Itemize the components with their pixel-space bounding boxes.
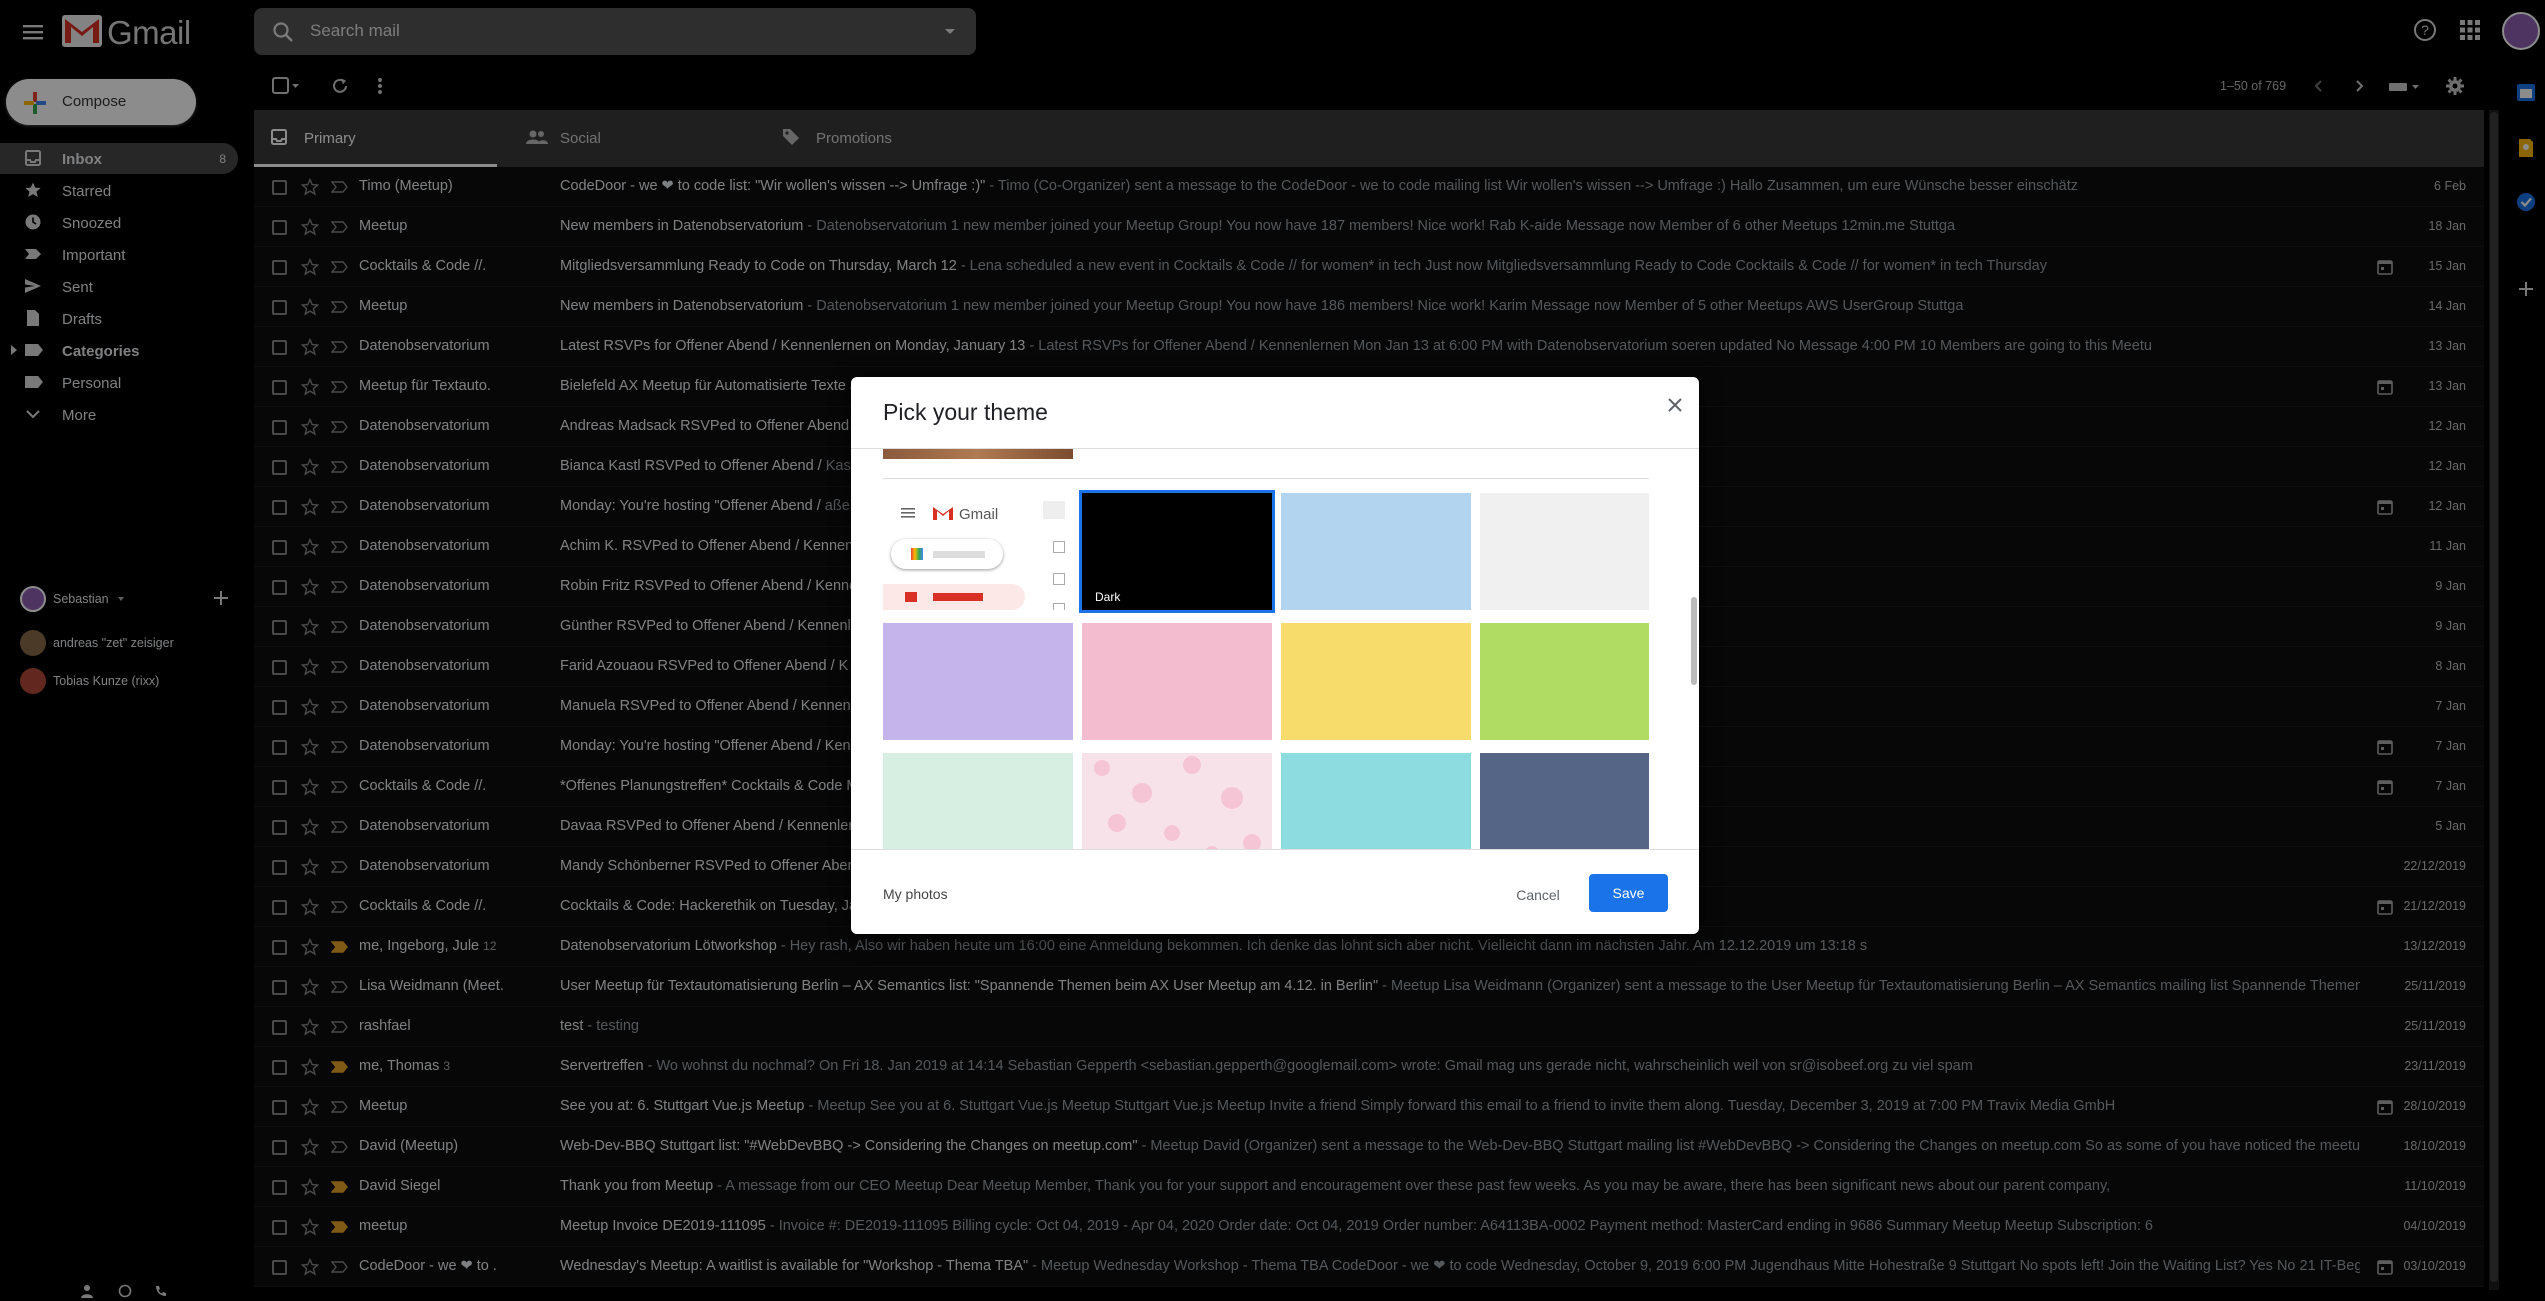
theme-tile-teal[interactable]	[1281, 753, 1471, 849]
theme-thumbnail-partial[interactable]	[883, 449, 1073, 459]
preview-plus-icon	[911, 548, 923, 560]
theme-tile-purple[interactable]	[883, 623, 1073, 740]
theme-tile-default[interactable]: Gmail	[883, 493, 1073, 610]
theme-tile-slate-blue[interactable]	[1480, 753, 1649, 849]
preview-logo-text: Gmail	[959, 506, 999, 523]
theme-grid: Gmail Dark	[883, 449, 1649, 849]
divider	[851, 849, 1699, 850]
theme-tile-dark[interactable]: Dark	[1079, 490, 1275, 613]
my-photos-link[interactable]: My photos	[883, 886, 948, 902]
close-icon[interactable]	[1665, 395, 1685, 415]
menu-icon	[901, 507, 915, 519]
theme-tile-cherry-blossom[interactable]	[1082, 753, 1272, 849]
gmail-logo-icon	[932, 505, 954, 521]
preview-checkbox	[1053, 541, 1065, 553]
preview-inbox-label	[933, 593, 983, 601]
preview-checkbox	[1053, 573, 1065, 585]
preview-inbox-icon	[905, 592, 917, 602]
blossom-pattern	[1094, 756, 1261, 849]
theme-tile-mint[interactable]	[883, 753, 1073, 849]
theme-tile-yellow[interactable]	[1281, 623, 1471, 740]
divider	[883, 478, 1649, 479]
theme-tile-pink[interactable]	[1082, 623, 1272, 740]
preview-checkbox	[1053, 603, 1065, 610]
theme-tile-green[interactable]	[1480, 623, 1649, 740]
dialog-scrollbar[interactable]	[1691, 597, 1697, 685]
cancel-button[interactable]: Cancel	[1506, 877, 1570, 913]
preview-compose-label	[933, 551, 985, 558]
theme-tile-label: Dark	[1095, 590, 1121, 604]
theme-tile-light-gray[interactable]	[1480, 493, 1649, 610]
theme-tile-light-blue[interactable]	[1281, 493, 1471, 610]
preview-search	[1043, 501, 1065, 519]
save-button[interactable]: Save	[1589, 874, 1668, 912]
dialog-title: Pick your theme	[883, 399, 1048, 425]
theme-picker-dialog: Pick your theme Gmail Dark My photos Can…	[851, 377, 1699, 934]
